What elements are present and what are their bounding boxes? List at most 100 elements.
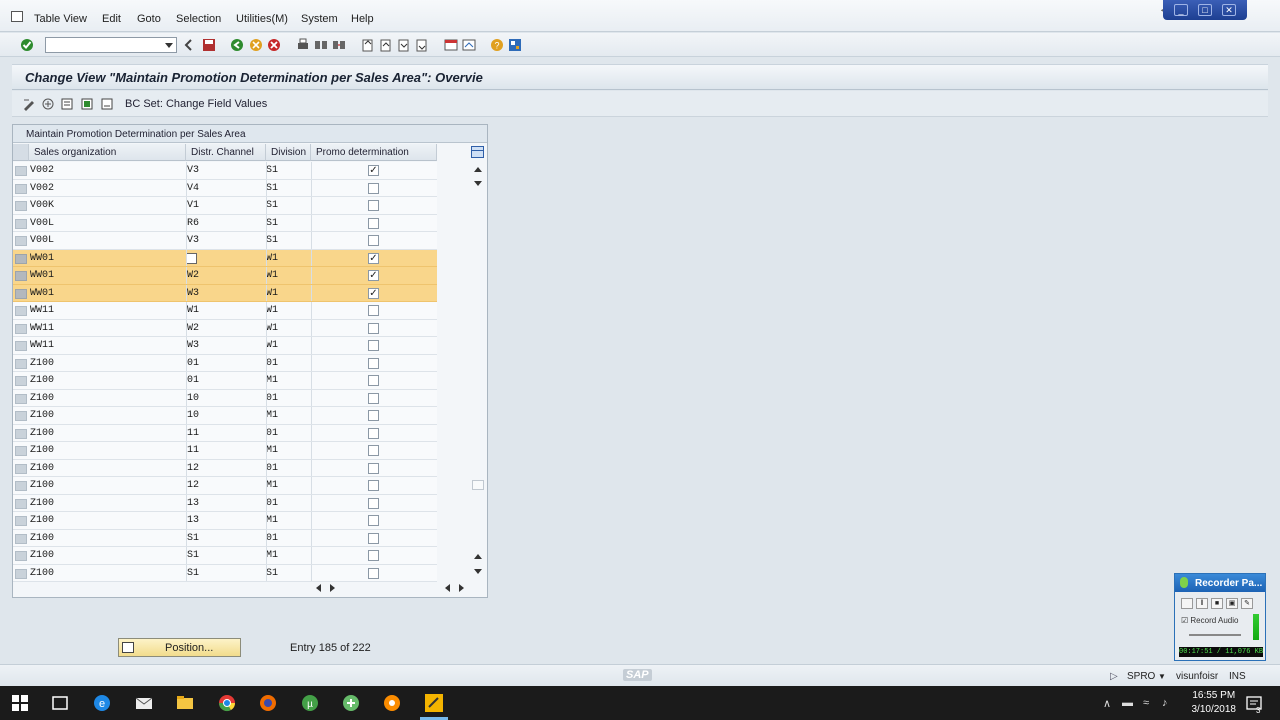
menu-goto[interactable]: Goto	[137, 13, 161, 25]
torrent-icon[interactable]: µ	[300, 693, 320, 713]
menu-system[interactable]: System	[301, 13, 338, 25]
tray-chevron-icon[interactable]: ∧	[1103, 697, 1111, 710]
table-row[interactable]: Z100 10 M1	[13, 407, 437, 425]
cell-sales-organization[interactable]: Z100	[30, 410, 54, 421]
promo-determination-checkbox[interactable]	[368, 550, 379, 561]
cell-sales-organization[interactable]: V002	[30, 165, 54, 176]
scroll-thumb[interactable]	[472, 480, 484, 490]
table-row[interactable]: Z100 12 M1	[13, 477, 437, 495]
promo-determination-checkbox[interactable]	[368, 427, 379, 439]
promo-determination-checkbox[interactable]	[368, 515, 379, 526]
cell-division[interactable]: S1	[266, 183, 278, 194]
cell-division[interactable]: S1	[266, 235, 278, 246]
cell-distr-channel[interactable]: R6	[187, 218, 199, 229]
undo-change-icon[interactable]	[100, 97, 114, 111]
cell-sales-organization[interactable]: WW01	[30, 288, 54, 299]
next-page-icon[interactable]	[397, 38, 411, 52]
row-selector[interactable]	[15, 446, 27, 456]
row-selector[interactable]	[15, 288, 27, 299]
cell-distr-channel[interactable]: V3	[187, 165, 199, 176]
cell-sales-organization[interactable]: Z100	[30, 393, 54, 404]
recorder-camera-icon[interactable]: ▣	[1226, 598, 1238, 609]
cell-division[interactable]: S1	[266, 200, 278, 211]
cell-distr-channel[interactable]: 13	[187, 498, 199, 509]
row-selector[interactable]	[15, 428, 27, 439]
cell-division[interactable]: 01	[266, 358, 278, 369]
promo-determination-checkbox[interactable]	[368, 340, 379, 351]
menu-selection[interactable]: Selection	[176, 13, 221, 25]
promo-determination-checkbox[interactable]	[368, 480, 379, 491]
shortcut-icon[interactable]	[462, 38, 476, 52]
row-selector[interactable]	[15, 323, 27, 334]
value-help-icon[interactable]	[186, 252, 197, 264]
windows-start-icon[interactable]	[10, 693, 30, 713]
cell-sales-organization[interactable]: WW11	[30, 305, 54, 316]
status-mode[interactable]: INS	[1229, 671, 1246, 682]
row-selector[interactable]	[15, 201, 27, 211]
close-icon[interactable]: ✕	[1222, 4, 1236, 16]
cell-division[interactable]: S1	[266, 218, 278, 229]
recorder-record-icon[interactable]	[1181, 598, 1193, 609]
scroll-right-arrow-icon-2[interactable]	[459, 584, 464, 592]
cell-sales-organization[interactable]: Z100	[30, 480, 54, 491]
cell-division[interactable]: 01	[266, 428, 278, 439]
cell-division[interactable]: M1	[266, 410, 278, 421]
promo-determination-checkbox[interactable]	[368, 322, 379, 334]
cell-distr-channel[interactable]: W2	[187, 323, 199, 334]
cell-division[interactable]: W1	[266, 288, 278, 299]
firefox-icon[interactable]	[258, 693, 278, 713]
command-field[interactable]	[45, 37, 177, 53]
sap-logon-icon[interactable]	[424, 693, 444, 713]
scroll-down-arrow-icon[interactable]	[474, 569, 482, 574]
table-settings-icon[interactable]	[471, 146, 484, 158]
table-row[interactable]: Z100 11 M1	[13, 442, 437, 460]
cell-division[interactable]: W1	[266, 323, 278, 334]
promo-determination-checkbox[interactable]	[368, 200, 379, 211]
position-button[interactable]: Position...	[118, 638, 241, 657]
cell-distr-channel[interactable]: 13	[187, 515, 199, 526]
table-row[interactable]: Z100 10 01	[13, 389, 437, 407]
cell-division[interactable]: M1	[266, 550, 278, 561]
cell-division[interactable]: S1	[266, 568, 278, 579]
enter-checkmark-icon[interactable]	[20, 38, 34, 52]
table-row[interactable]: Z100 S1 S1	[13, 564, 437, 582]
menu-table-view[interactable]: Table View	[34, 13, 87, 25]
cell-sales-organization[interactable]: V00K	[30, 200, 54, 211]
back-arrow-icon[interactable]	[182, 38, 196, 52]
promo-determination-checkbox[interactable]	[368, 532, 379, 544]
table-row[interactable]: Z100 13 M1	[13, 512, 437, 530]
previous-page-icon[interactable]	[379, 38, 393, 52]
maximize-icon[interactable]: □	[1198, 4, 1212, 16]
system-menu-icon[interactable]	[11, 11, 23, 22]
exit-icon[interactable]	[249, 38, 263, 52]
cell-distr-channel[interactable]: 10	[187, 410, 199, 421]
cell-sales-organization[interactable]: V002	[30, 183, 54, 194]
table-row[interactable]: V002 V3 S1 ✓	[13, 162, 437, 180]
select-all-button[interactable]	[13, 144, 29, 161]
app-green-icon[interactable]	[341, 693, 361, 713]
promo-determination-checkbox[interactable]	[368, 497, 379, 509]
delete-icon[interactable]	[80, 97, 94, 111]
new-session-icon[interactable]	[444, 38, 458, 52]
cell-division[interactable]: M1	[266, 480, 278, 491]
action-center-icon[interactable]	[1244, 693, 1264, 713]
cell-distr-channel[interactable]: 01	[187, 358, 199, 369]
back-icon[interactable]	[230, 38, 244, 52]
cell-division[interactable]: 01	[266, 463, 278, 474]
cell-distr-channel[interactable]: S1	[187, 550, 199, 561]
menu-utilities[interactable]: Utilities(M)	[236, 13, 288, 25]
row-selector[interactable]	[15, 183, 27, 194]
cell-sales-organization[interactable]: Z100	[30, 550, 54, 561]
scroll-up-arrow-icon[interactable]	[474, 167, 482, 172]
status-transaction[interactable]: SPRO	[1127, 671, 1155, 682]
minimize-icon[interactable]: _	[1174, 4, 1188, 16]
cell-sales-organization[interactable]: Z100	[30, 463, 54, 474]
scroll-page-down-arrow-icon[interactable]	[474, 181, 482, 186]
record-audio-checkbox[interactable]: ☑ Record Audio	[1181, 616, 1238, 625]
cell-sales-organization[interactable]: Z100	[30, 515, 54, 526]
table-row[interactable]: Z100 12 01	[13, 459, 437, 477]
cell-sales-organization[interactable]: Z100	[30, 428, 54, 439]
cell-division[interactable]: M1	[266, 515, 278, 526]
table-row[interactable]: WW01 W1 ✓	[13, 249, 437, 267]
recorder-stop-icon[interactable]: ■	[1211, 598, 1223, 609]
